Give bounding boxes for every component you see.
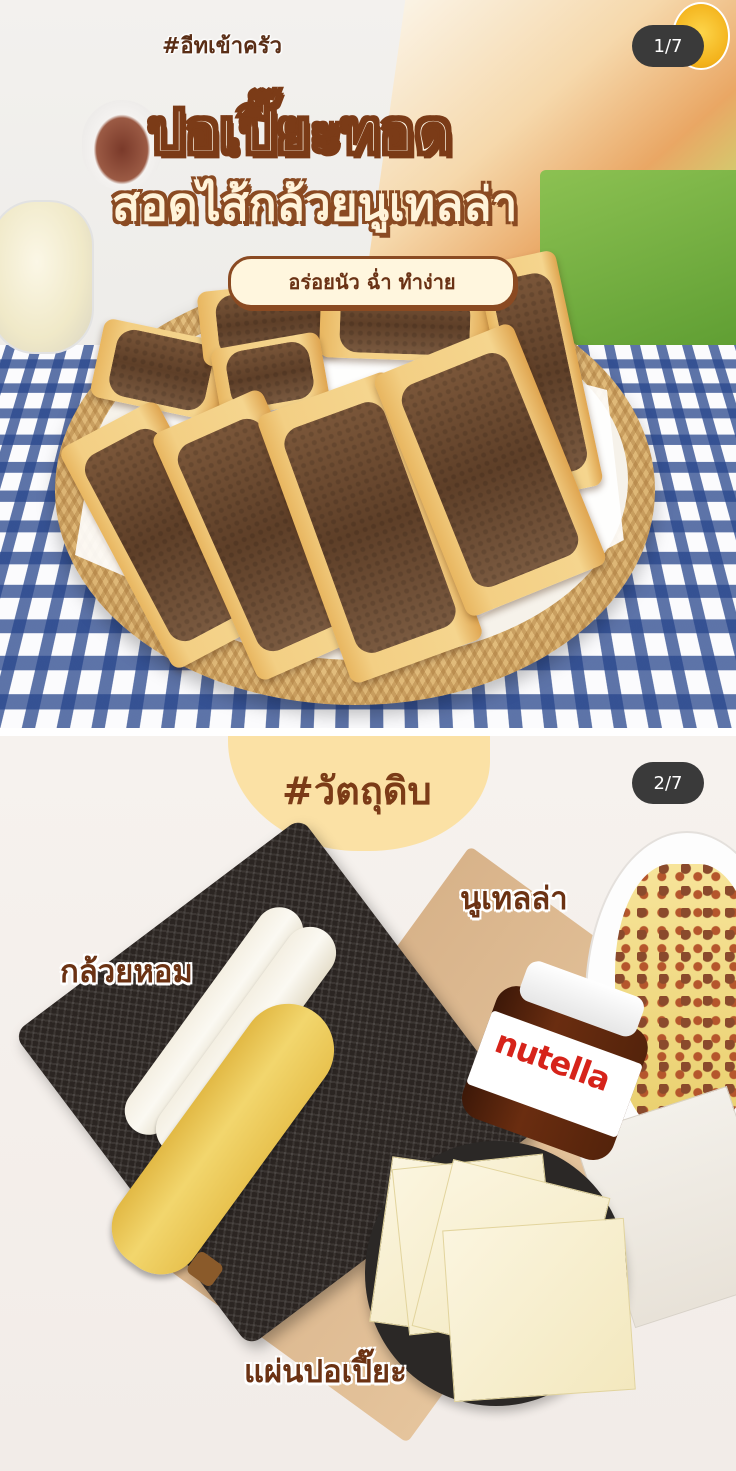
subtitle-pill: อร่อยนัว ฉ่ำ ทำง่าย (228, 256, 516, 308)
slide-divider (0, 728, 736, 736)
slide-counter: 1/7 (632, 25, 704, 67)
hashtag-eat-kitchen: #อีทเข้าครัว (162, 34, 282, 59)
carousel-page: #อีทเข้าครัว 1/7 ปอเปี๊ยะทอด สอดไส้กล้วย… (0, 0, 736, 1471)
spring-roll-wrapper (442, 1217, 636, 1403)
slide-counter: 2/7 (632, 762, 704, 804)
slide-1-cover[interactable]: #อีทเข้าครัว 1/7 ปอเปี๊ยะทอด สอดไส้กล้วย… (0, 0, 736, 728)
recipe-title-line-2: สอดไส้กล้วยนูเทลล่า (112, 177, 518, 231)
subtitle-text: อร่อยนัว ฉ่ำ ทำง่าย (288, 270, 456, 294)
label-banana: กล้วยหอม (60, 954, 193, 990)
condensed-milk-bowl (0, 200, 94, 354)
slide-2-ingredients[interactable]: #วัตถุดิบ 2/7 nutella กล้วยหอม นูเทลล่า … (0, 736, 736, 1471)
recipe-title-line-1: ปอเปี๊ยะทอด (147, 97, 453, 167)
label-wrapper: แผ่นปอเปี๊ยะ (244, 1354, 407, 1390)
label-nutella: นูเทลล่า (460, 881, 568, 917)
hashtag-ingredients: #วัตถุดิบ (282, 769, 432, 813)
